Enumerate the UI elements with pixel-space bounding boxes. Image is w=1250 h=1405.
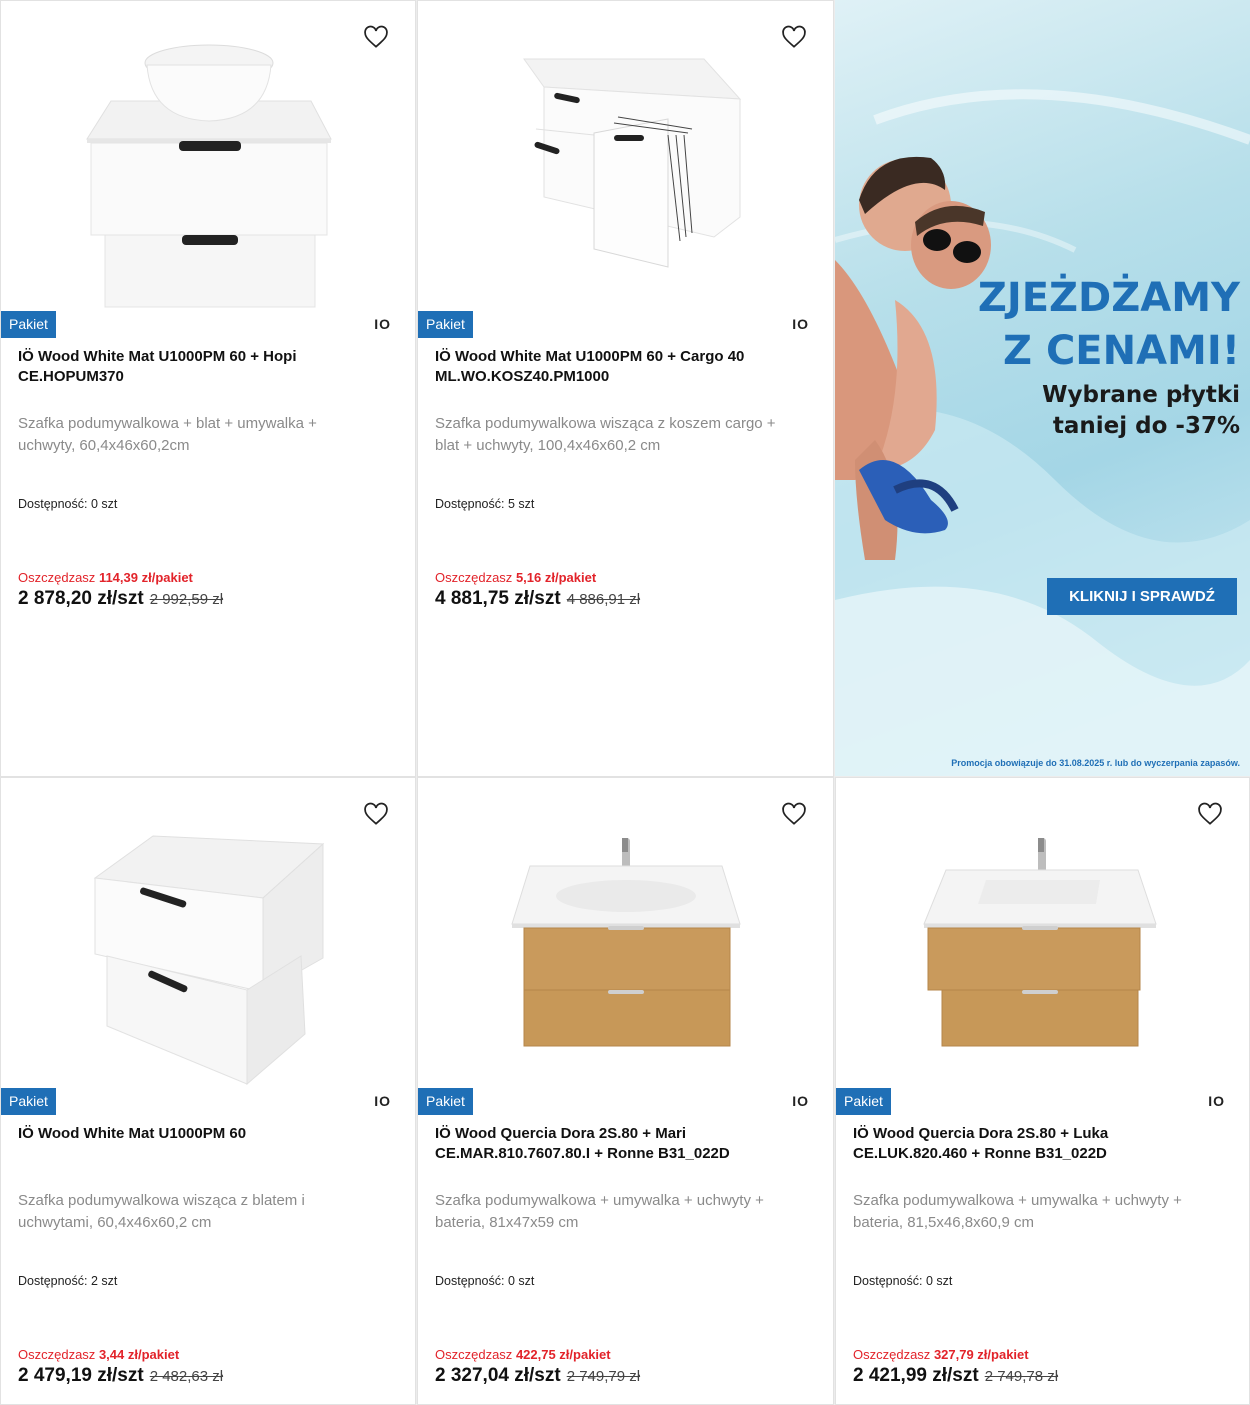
old-price: 2 482,63 zł [149,1368,224,1385]
saving-info: Oszczędzasz 327,79 zł/pakiet [853,1347,1029,1362]
availability-value: 0 szt [90,497,118,511]
brand-logo: IO [1208,1093,1225,1109]
product-description: Szafka podumywalkowa + blat + umywalka +… [18,415,317,454]
package-badge: Pakiet [418,311,473,338]
availability-value: 0 szt [925,1274,953,1288]
product-title[interactable]: IÖ Wood Quercia Dora 2S.80 + Mari CE.MAR… [435,1124,805,1164]
saving-label: Oszczędzasz [18,1347,96,1362]
product-title[interactable]: IÖ Wood Quercia Dora 2S.80 + Luka CE.LUK… [853,1124,1223,1164]
product-title[interactable]: IÖ Wood White Mat U1000PM 60 + Cargo 40 … [435,347,805,387]
banner-legal-note: Promocja obowiązuje do 31.08.2025 r. lub… [951,758,1240,768]
product-description: Szafka podumywalkowa + umywalka + uchwyt… [853,1192,1182,1231]
availability-label: Dostępność: [853,1274,923,1288]
old-price: 2 749,78 zł [984,1368,1059,1385]
saving-value: 3,44 zł/pakiet [98,1347,180,1362]
availability-value: 2 szt [90,1274,118,1288]
heart-icon[interactable] [781,802,807,828]
price: 2 421,99 zł/szt 2 749,78 zł [853,1365,1058,1387]
saving-value: 422,75 zł/pakiet [515,1347,611,1362]
current-price: 2 479,19 zł/szt [18,1365,144,1386]
saving-label: Oszczędzasz [18,570,96,585]
availability-label: Dostępność: [435,1274,505,1288]
saving-info: Oszczędzasz 3,44 zł/pakiet [18,1347,179,1362]
saving-info: Oszczędzasz 5,16 zł/pakiet [435,570,596,585]
brand-logo: IO [792,1093,809,1109]
saving-info: Oszczędzasz 114,39 zł/pakiet [18,570,193,585]
price: 2 327,04 zł/szt 2 749,79 zł [435,1365,640,1387]
old-price: 2 749,79 zł [566,1368,641,1385]
package-badge: Pakiet [1,311,56,338]
availability-label: Dostępność: [18,497,88,511]
availability-value: 5 szt [507,497,535,511]
product-card[interactable]: Pakiet IO IÖ Wood Quercia Dora 2S.80 + M… [417,777,834,1405]
current-price: 4 881,75 zł/szt [435,588,561,609]
brand-logo: IO [374,316,391,332]
product-card[interactable]: Pakiet IO IÖ Wood Quercia Dora 2S.80 + L… [835,777,1250,1405]
availability-label: Dostępność: [435,497,505,511]
price: 4 881,75 zł/szt 4 886,91 zł [435,588,640,610]
product-image-white-cabinet-bowl[interactable] [1,1,415,309]
brand-logo: IO [374,1093,391,1109]
product-title[interactable]: IÖ Wood White Mat U1000PM 60 [18,1124,388,1144]
product-image-oak-cabinet-basin[interactable] [836,778,1249,1086]
heart-icon[interactable] [363,25,389,51]
saving-label: Oszczędzasz [435,570,513,585]
saving-label: Oszczędzasz [435,1347,513,1362]
saving-value: 327,79 zł/pakiet [933,1347,1029,1362]
banner-cta-button[interactable]: KLIKNIJ I SPRAWDŹ [1047,578,1237,615]
package-badge: Pakiet [418,1088,473,1115]
product-card[interactable]: Pakiet IO IÖ Wood White Mat U1000PM 60 +… [0,0,416,777]
old-price: 2 992,59 zł [149,591,224,608]
old-price: 4 886,91 zł [566,591,641,608]
saving-value: 114,39 zł/pakiet [98,570,193,585]
price: 2 479,19 zł/szt 2 482,63 zł [18,1365,223,1387]
availability: Dostępność: 5 szt [435,497,534,511]
banner-headline-line-1: ZJEŻDŻAMY [977,275,1240,321]
product-grid: Pakiet IO IÖ Wood White Mat U1000PM 60 +… [0,0,1250,1405]
product-description: Szafka podumywalkowa wisząca z koszem ca… [435,415,776,454]
banner-subline-line-1: Wybrane płytki [1042,382,1240,408]
banner-subline-line-2: taniej do -37% [1052,413,1240,439]
product-card[interactable]: Pakiet IO IÖ Wood White Mat U1000PM 60 S… [0,777,416,1405]
heart-icon[interactable] [781,25,807,51]
saving-value: 5,16 zł/pakiet [515,570,597,585]
availability: Dostępność: 0 szt [18,497,117,511]
current-price: 2 878,20 zł/szt [18,588,144,609]
banner-headline: ZJEŻDŻAMY Z CENAMI! [978,272,1240,378]
product-image-white-cabinet[interactable] [1,778,415,1086]
banner-subline: Wybrane płytki taniej do -37% [1042,380,1240,442]
product-card[interactable]: Pakiet IO IÖ Wood White Mat U1000PM 60 +… [417,0,834,777]
promo-banner[interactable]: ZJEŻDŻAMY Z CENAMI! Wybrane płytki tanie… [835,0,1250,776]
product-image-white-cabinet-cargo[interactable] [418,1,833,309]
package-badge: Pakiet [1,1088,56,1115]
package-badge: Pakiet [836,1088,891,1115]
availability-label: Dostępność: [18,1274,88,1288]
product-description: Szafka podumywalkowa wisząca z blatem i … [18,1192,305,1231]
price: 2 878,20 zł/szt 2 992,59 zł [18,588,223,610]
availability-value: 0 szt [507,1274,535,1288]
availability: Dostępność: 0 szt [853,1274,952,1288]
current-price: 2 421,99 zł/szt [853,1365,979,1386]
product-title[interactable]: IÖ Wood White Mat U1000PM 60 + Hopi CE.H… [18,347,388,387]
product-image-oak-cabinet-basin[interactable] [418,778,833,1086]
brand-logo: IO [792,316,809,332]
availability: Dostępność: 2 szt [18,1274,117,1288]
heart-icon[interactable] [1197,802,1223,828]
heart-icon[interactable] [363,802,389,828]
banner-headline-line-2: Z CENAMI! [1003,328,1240,374]
availability: Dostępność: 0 szt [435,1274,534,1288]
saving-label: Oszczędzasz [853,1347,931,1362]
product-description: Szafka podumywalkowa + umywalka + uchwyt… [435,1192,764,1231]
saving-info: Oszczędzasz 422,75 zł/pakiet [435,1347,611,1362]
current-price: 2 327,04 zł/szt [435,1365,561,1386]
